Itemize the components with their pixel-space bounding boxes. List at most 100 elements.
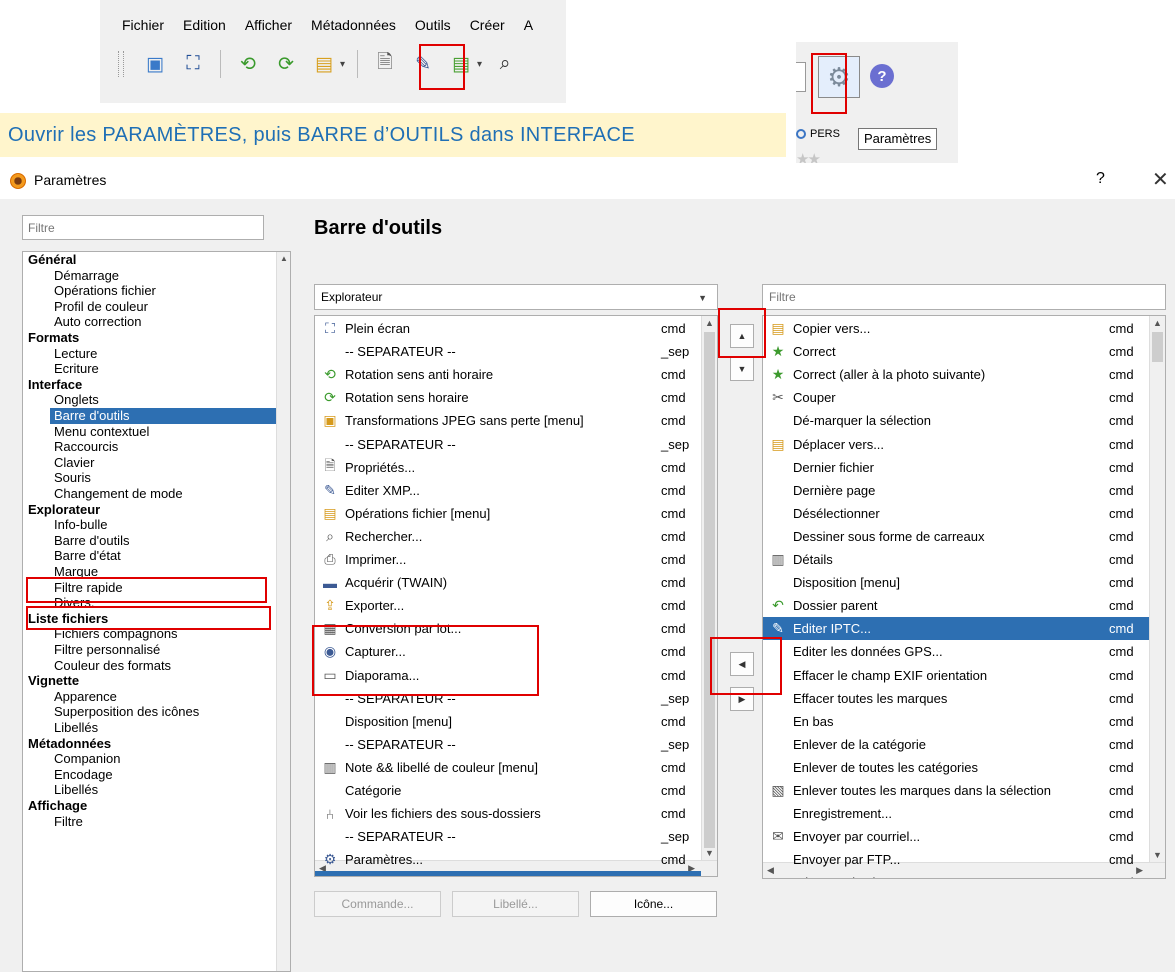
rotate-right-icon[interactable]: ⟳	[269, 47, 303, 81]
tree-item[interactable]: Barre d'outils	[50, 408, 276, 424]
move-down-button[interactable]: ▼	[730, 357, 754, 381]
list-item[interactable]: Dessiner sous forme de carreaux cmd	[763, 525, 1149, 548]
tree-item[interactable]: Apparence	[54, 689, 117, 705]
tree-item[interactable]: Superposition des icônes	[54, 704, 199, 720]
settings-button[interactable]: ⚙	[818, 56, 860, 98]
tree-item[interactable]: Raccourcis	[54, 439, 118, 455]
tree-item[interactable]: Lecture	[54, 346, 97, 362]
help-icon[interactable]: ?	[870, 64, 894, 88]
remove-from-toolbar-button[interactable]: ▶	[730, 687, 754, 711]
list-item[interactable]: -- SEPARATEUR -- _sep	[315, 733, 701, 756]
tree-item[interactable]: Filtre rapide	[54, 580, 123, 596]
tree-category[interactable]: Métadonnées	[28, 736, 111, 752]
tree-item[interactable]: Fichiers compagnons	[54, 626, 178, 642]
list-item[interactable]: Etiquette de visage...cmd	[763, 871, 1149, 878]
list-item[interactable]: ⛶ Plein écran cmd	[315, 317, 701, 340]
list-item[interactable]: ⚙ Paramètres... cmd	[315, 848, 701, 871]
viewer-icon[interactable]: ▣	[138, 47, 172, 81]
tree-item[interactable]: Barre d'outils	[54, 533, 129, 549]
tree-category[interactable]: Vignette	[28, 673, 79, 689]
list-item[interactable]: -- SEPARATEUR -- _sep	[315, 825, 701, 848]
list-item[interactable]: -- SEPARATEUR -- _sep	[315, 340, 701, 363]
list-item[interactable]: Editer les données GPS... cmd	[763, 640, 1149, 663]
tree-item[interactable]: Menu contextuel	[54, 424, 149, 440]
menu-metadonnees[interactable]: Métadonnées	[301, 17, 405, 33]
list-item[interactable]: ⌕ Rechercher... cmd	[315, 525, 701, 548]
scroll-up-icon[interactable]: ▲	[705, 318, 714, 328]
tree-filter-input[interactable]	[22, 215, 264, 240]
current-toolbar-list[interactable]: ▲ ▼ ◀ ▶ ⛶ Plein écran cmd -- SEPARATEUR -- _…	[314, 315, 718, 877]
list-item[interactable]: ▧ Enlever toutes les marques dans la séle…	[763, 779, 1149, 802]
list-item[interactable]: Enlever de la catégorie cmd	[763, 733, 1149, 756]
list-item[interactable]: Enlever de toutes les catégories cmd	[763, 756, 1149, 779]
list-item[interactable]: ▥ Note && libellé de couleur [menu] cmd	[315, 756, 701, 779]
label-button[interactable]: Libellé...	[452, 891, 579, 917]
menu-afficher[interactable]: Afficher	[235, 17, 301, 33]
menu-creer[interactable]: Créer	[460, 17, 514, 33]
scroll-thumb[interactable]	[1152, 332, 1163, 362]
list-item[interactable]: 🗎 Propriétés... cmd	[315, 456, 701, 479]
list-item[interactable]: ⑃ Voir les fichiers des sous-dossiers cmd	[315, 802, 701, 825]
list-item[interactable]: -- SEPARATEUR -- _sep	[315, 687, 701, 710]
tree-item[interactable]: Couleur des formats	[54, 658, 171, 674]
commands-filter-input[interactable]	[762, 284, 1166, 310]
tree-scrollbar[interactable]: ▲	[276, 252, 290, 971]
list-item[interactable]: ▣ Transformations JPEG sans perte [menu] c…	[315, 409, 701, 432]
tree-category[interactable]: Liste fichiers	[28, 611, 108, 627]
icon-button[interactable]: Icône...	[590, 891, 717, 917]
chevron-down-icon[interactable]: ▾	[477, 59, 482, 70]
list-item[interactable]: Effacer le champ EXIF orientation cmd	[763, 664, 1149, 687]
tree-item[interactable]: Libellés	[54, 720, 98, 736]
menu-edition[interactable]: Edition	[173, 17, 235, 33]
move-up-button[interactable]: ▲	[730, 324, 754, 348]
list-item[interactable]: ⇪ Exporter... cmd	[315, 594, 701, 617]
list-item[interactable]: ▦ Conversion par lot... cmd	[315, 617, 701, 640]
toolbar-grip[interactable]	[118, 51, 124, 77]
tree-item[interactable]: Auto correction	[54, 314, 141, 330]
binoculars-icon[interactable]: ⌕	[488, 47, 522, 81]
jpeg-transform-icon[interactable]: ▤	[307, 47, 341, 81]
tree-category[interactable]: Général	[28, 252, 76, 268]
tree-item[interactable]: Ecriture	[54, 361, 99, 377]
tree-item[interactable]: Libellés	[54, 782, 98, 798]
tree-category[interactable]: Affichage	[28, 798, 87, 814]
list-item[interactable]: En bas cmd	[763, 710, 1149, 733]
tree-item[interactable]: Filtre personnalisé	[54, 642, 160, 658]
list-item[interactable]: Dernier fichier cmd	[763, 456, 1149, 479]
tree-item[interactable]: Filtre	[54, 814, 83, 830]
scroll-up-icon[interactable]: ▲	[280, 254, 288, 263]
tree-category[interactable]: Interface	[28, 377, 82, 393]
list-item[interactable]: ◉ Capturer... cmd	[315, 640, 701, 663]
command-button[interactable]: Commande...	[314, 891, 441, 917]
list-item[interactable]: Disposition [menu] cmd	[763, 571, 1149, 594]
list-item[interactable]: Désélectionner cmd	[763, 502, 1149, 525]
properties-icon[interactable]: 🗎	[368, 47, 402, 81]
tree-item[interactable]: Barre d'état	[54, 548, 121, 564]
scroll-down-icon[interactable]: ▼	[1153, 850, 1162, 860]
list-item[interactable]: ⎙ Imprimer... cmd	[315, 548, 701, 571]
close-icon[interactable]: ✕	[1152, 167, 1169, 192]
tree-item[interactable]: Onglets	[54, 392, 99, 408]
settings-tree[interactable]: ▲ Général Démarrage Opérations fichier Prof…	[22, 251, 291, 972]
menu-a[interactable]: A	[514, 17, 542, 33]
list-item[interactable]: ✂ Couper cmd	[763, 386, 1149, 409]
list-item[interactable]: Dé-marquer la sélection cmd	[763, 409, 1149, 432]
file-operations-icon[interactable]: ▤	[444, 47, 478, 81]
list-item[interactable]: Enregistrement... cmd	[763, 802, 1149, 825]
list-item[interactable]: Dernière page cmd	[763, 479, 1149, 502]
tree-item[interactable]: Info-bulle	[54, 517, 107, 533]
tree-item[interactable]: Clavier	[54, 455, 94, 471]
menu-outils[interactable]: Outils	[405, 17, 460, 33]
tree-category[interactable]: Explorateur	[28, 502, 100, 518]
list-item[interactable]: ⟲ Rotation sens anti horaire cmd	[315, 363, 701, 386]
list-item[interactable]: Catégorie cmd	[315, 779, 701, 802]
available-commands-list[interactable]: ▲ ▼ ◀ ▶ ▤ Copier vers... cmd ★ Correct cmd ★ Co…	[762, 315, 1166, 879]
list-item[interactable]: ✎ Editer IPTC... cmd	[763, 617, 1149, 641]
tree-item[interactable]: Changement de mode	[54, 486, 183, 502]
tree-item[interactable]: Souris	[54, 470, 91, 486]
list-item[interactable]: Effacer toutes les marques cmd	[763, 687, 1149, 710]
tree-item[interactable]: Marque	[54, 564, 98, 580]
tree-item[interactable]: Divers.	[54, 595, 94, 611]
menu-fichier[interactable]: Fichier	[100, 17, 173, 33]
tree-item[interactable]: Encodage	[54, 767, 113, 783]
